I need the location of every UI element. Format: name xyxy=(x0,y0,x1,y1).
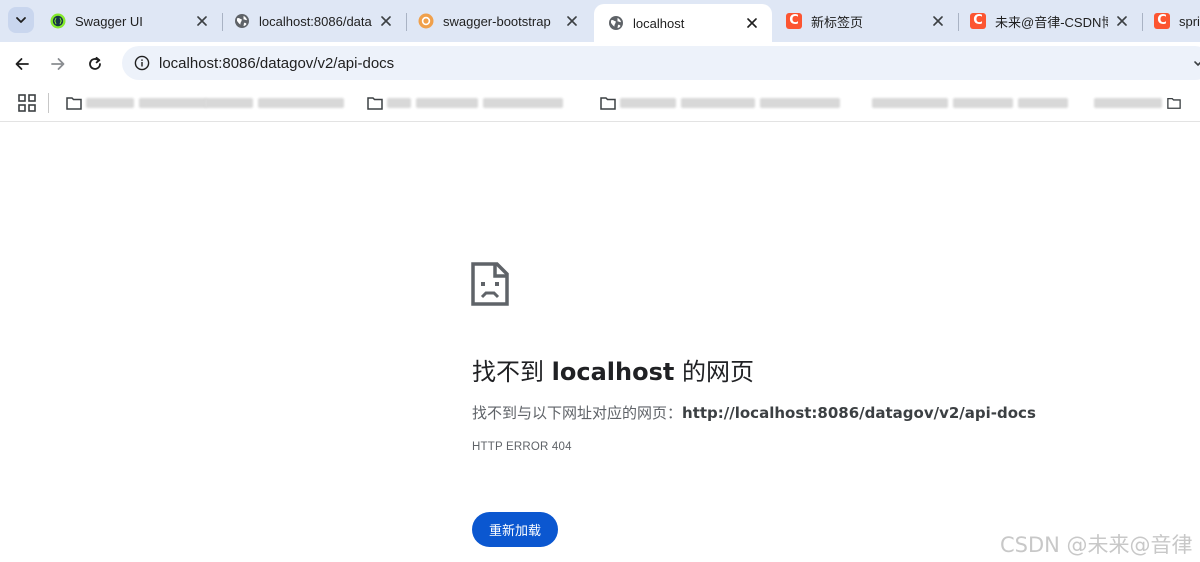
tab-title: 新标签页 xyxy=(811,14,864,30)
apps-grid-icon[interactable] xyxy=(18,94,36,112)
reload-toolbar-button[interactable] xyxy=(82,51,108,77)
close-icon[interactable] xyxy=(1114,13,1130,29)
bookmark-folder[interactable] xyxy=(66,94,212,112)
csdn-icon: C xyxy=(1154,13,1170,29)
bookmark-folder[interactable] xyxy=(367,94,568,112)
folder-icon xyxy=(600,97,616,110)
close-icon[interactable] xyxy=(194,13,210,29)
csdn-icon: C xyxy=(786,13,802,29)
close-icon[interactable] xyxy=(930,13,946,29)
chevron-down-icon xyxy=(16,17,26,23)
close-icon[interactable] xyxy=(564,13,580,29)
swagger-icon xyxy=(50,13,66,29)
address-bar[interactable]: localhost:8086/datagov/v2/api-docs xyxy=(122,46,1200,80)
tab-title: 未来@音律-CSDN博 xyxy=(995,14,1108,30)
tab-title: localhost xyxy=(633,15,685,31)
chevron-down-icon[interactable] xyxy=(1190,55,1200,71)
folder-icon xyxy=(66,97,82,110)
arrow-left-icon xyxy=(15,58,29,70)
bookmarks-bar xyxy=(0,86,1200,122)
browser-toolbar: localhost:8086/datagov/v2/api-docs xyxy=(0,42,1200,86)
refresh-icon xyxy=(89,56,101,70)
info-icon xyxy=(134,55,150,71)
tab-title: swagger-bootstrap xyxy=(443,13,551,29)
globe-icon xyxy=(608,15,624,31)
error-code: HTTP ERROR 404 xyxy=(472,441,572,453)
bookmark-folder[interactable] xyxy=(600,94,845,112)
tab-swagger-ui[interactable]: Swagger UI xyxy=(36,0,222,42)
bookmark-item[interactable] xyxy=(205,94,349,112)
folder-icon xyxy=(1167,97,1181,109)
bookmark-item[interactable] xyxy=(872,94,1073,112)
tab-csdn-blog[interactable]: C 未来@音律-CSDN博 xyxy=(956,0,1142,42)
tab-title: Swagger UI xyxy=(75,13,143,29)
error-detail: 找不到与以下网址对应的网页：http://localhost:8086/data… xyxy=(472,404,1036,422)
close-icon[interactable] xyxy=(744,15,760,31)
back-button[interactable] xyxy=(9,51,35,77)
tab-title: spri xyxy=(1179,13,1200,29)
close-icon[interactable] xyxy=(378,13,394,29)
tab-localhost-active[interactable]: localhost xyxy=(594,4,772,42)
reload-button[interactable]: 重新加载 xyxy=(472,512,558,547)
csdn-icon: C xyxy=(970,13,986,29)
tab-new-tab[interactable]: C 新标签页 xyxy=(772,0,958,42)
tab-spring[interactable]: C spri xyxy=(1140,0,1200,42)
watermark: CSDN @未来@音律 xyxy=(1000,533,1193,557)
globe-icon xyxy=(234,13,250,29)
bootstrap-icon xyxy=(418,13,434,29)
sad-page-icon xyxy=(471,262,509,306)
forward-button[interactable] xyxy=(45,51,71,77)
folder-icon xyxy=(367,97,383,110)
tab-strip: Swagger UI localhost:8086/data swagger-b… xyxy=(0,0,1200,42)
tab-search-button[interactable] xyxy=(8,7,34,33)
site-info-button[interactable] xyxy=(130,51,154,75)
tab-localhost-data[interactable]: localhost:8086/data xyxy=(220,0,406,42)
address-url[interactable]: localhost:8086/datagov/v2/api-docs xyxy=(159,55,394,72)
bookmark-item[interactable] xyxy=(1094,94,1181,112)
bookmarks-divider xyxy=(48,93,49,113)
tab-title: localhost:8086/data xyxy=(259,13,372,29)
arrow-right-icon xyxy=(51,58,65,70)
error-title: 找不到 localhost 的网页 xyxy=(472,358,754,386)
error-url: http://localhost:8086/datagov/v2/api-doc… xyxy=(682,404,1036,422)
tab-swagger-bootstrap[interactable]: swagger-bootstrap xyxy=(404,0,592,42)
